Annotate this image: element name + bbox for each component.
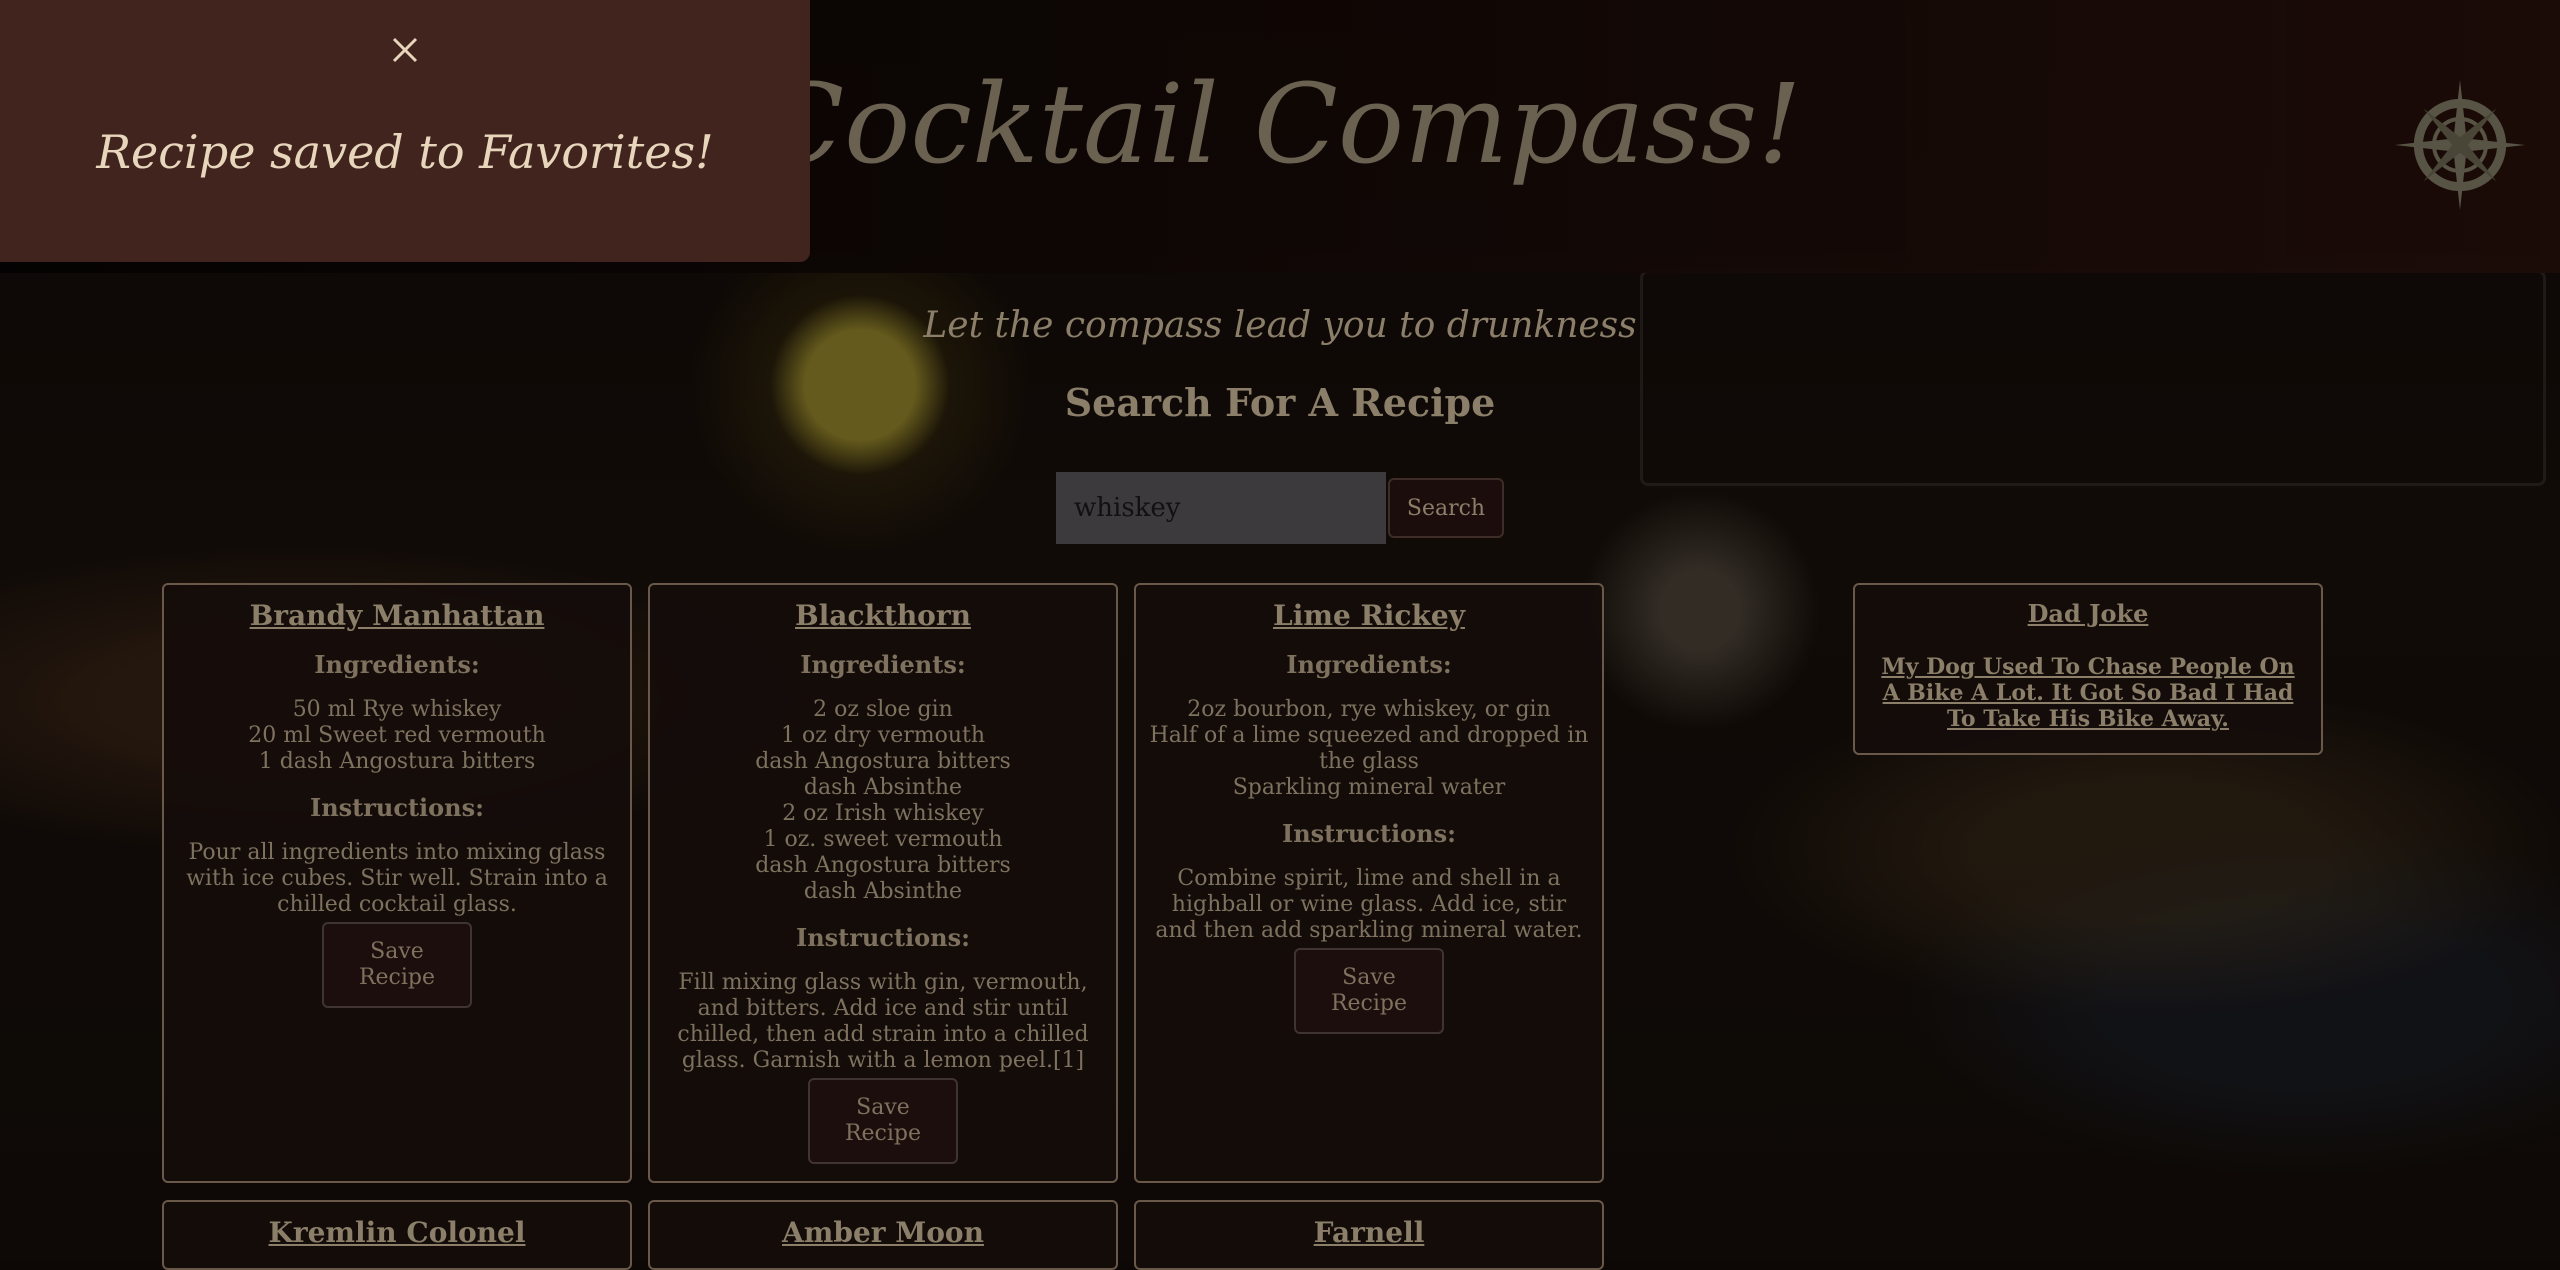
ingredient-list: 50 ml Rye whiskey 20 ml Sweet red vermou…: [174, 697, 620, 775]
instructions-heading: Instructions:: [795, 923, 970, 952]
ingredient-item: 1 oz. sweet vermouth: [763, 827, 1003, 852]
recipe-title[interactable]: Brandy Manhattan: [174, 599, 620, 632]
dad-joke-text[interactable]: My Dog Used To Chase People On A Bike A …: [1865, 654, 2311, 732]
instructions-heading: Instructions:: [1281, 819, 1456, 848]
ingredient-item: dash Angostura bitters: [755, 749, 1011, 774]
instructions-heading: Instructions:: [309, 793, 484, 822]
ingredient-item: 2oz bourbon, rye whiskey, or gin: [1187, 697, 1551, 722]
compass-icon: [2395, 80, 2525, 210]
site-title: Cocktail Compass!: [760, 60, 1802, 188]
close-icon: [392, 37, 418, 63]
tagline: Let the compass lead you to drunkness: [923, 305, 1637, 346]
ingredient-list: 2 oz sloe gin 1 oz dry vermouth dash Ang…: [660, 697, 1106, 905]
ingredient-item: dash Angostura bitters: [755, 853, 1011, 878]
ingredient-item: 1 oz dry vermouth: [780, 723, 986, 748]
search-button[interactable]: Search: [1388, 478, 1504, 538]
recipe-card: Lime Rickey Ingredients: 2oz bourbon, ry…: [1134, 583, 1604, 1183]
ingredient-item: dash Absinthe: [803, 879, 963, 904]
ingredient-item: Sparkling mineral water: [1232, 775, 1506, 800]
recipe-title[interactable]: Kremlin Colonel: [174, 1216, 620, 1249]
search-heading: Search For A Recipe: [1064, 380, 1496, 425]
ingredients-heading: Ingredients:: [800, 650, 966, 679]
dad-joke-title: Dad Joke: [2027, 599, 2149, 628]
toast-notification: Recipe saved to Favorites!: [0, 0, 810, 262]
recipe-title[interactable]: Blackthorn: [660, 599, 1106, 632]
ingredient-list: 2oz bourbon, rye whiskey, or gin Half of…: [1146, 697, 1592, 801]
ingredient-item: 50 ml Rye whiskey: [292, 697, 502, 722]
ingredient-item: dash Absinthe: [803, 775, 963, 800]
search-input[interactable]: [1056, 472, 1386, 544]
recipe-title[interactable]: Amber Moon: [660, 1216, 1106, 1249]
toast-message: Recipe saved to Favorites!: [96, 125, 714, 179]
save-recipe-button[interactable]: Save Recipe: [322, 922, 472, 1008]
recipe-title[interactable]: Lime Rickey: [1146, 599, 1592, 632]
ingredient-item: Half of a lime squeezed and dropped in t…: [1149, 723, 1589, 774]
ingredients-heading: Ingredients:: [314, 650, 480, 679]
recipe-title[interactable]: Farnell: [1146, 1216, 1592, 1249]
ingredient-item: 1 dash Angostura bitters: [258, 749, 536, 774]
ingredient-item: 20 ml Sweet red vermouth: [248, 723, 546, 748]
recipe-card: Amber Moon: [648, 1200, 1118, 1270]
ingredient-item: 2 oz Irish whiskey: [782, 801, 984, 826]
dad-joke-card: Dad Joke My Dog Used To Chase People On …: [1853, 583, 2323, 755]
recipe-card: Blackthorn Ingredients: 2 oz sloe gin 1 …: [648, 583, 1118, 1183]
save-recipe-button[interactable]: Save Recipe: [1294, 948, 1444, 1034]
recipe-card: Brandy Manhattan Ingredients: 50 ml Rye …: [162, 583, 632, 1183]
save-recipe-button[interactable]: Save Recipe: [808, 1078, 958, 1164]
instructions-text: Pour all ingredients into mixing glass w…: [186, 840, 608, 917]
recipe-card: Kremlin Colonel: [162, 1200, 632, 1270]
recipe-card: Farnell: [1134, 1200, 1604, 1270]
ingredients-heading: Ingredients:: [1286, 650, 1452, 679]
close-button[interactable]: [385, 30, 425, 70]
ingredient-item: 2 oz sloe gin: [813, 697, 953, 722]
instructions-text: Fill mixing glass with gin, vermouth, an…: [677, 970, 1089, 1073]
instructions-text: Combine spirit, lime and shell in a high…: [1155, 866, 1583, 943]
